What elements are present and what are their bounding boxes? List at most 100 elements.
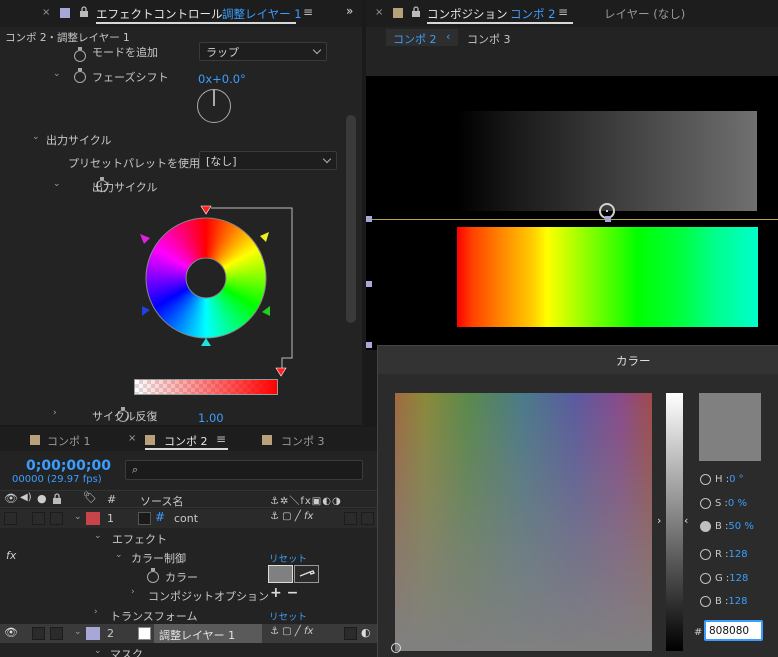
lock-icon[interactable] [52, 493, 62, 508]
composition-tab-comp-name[interactable]: コンポ 2 [510, 6, 555, 22]
column-source-header[interactable]: ソース名 [140, 493, 183, 509]
phase-shift-value[interactable]: 0x+0.0° [198, 72, 246, 86]
stopwatch-icon[interactable] [74, 68, 86, 83]
close-icon[interactable]: × [42, 7, 50, 18]
timeline-tab-comp2[interactable]: コンポ 2 [164, 433, 208, 449]
color-swatch-button[interactable] [268, 565, 293, 583]
saturation-value[interactable]: 0 % [728, 498, 747, 509]
switch-cell[interactable] [361, 512, 374, 525]
switch-cell[interactable] [344, 512, 357, 525]
timeline-tab-comp1[interactable]: コンポ 1 [47, 433, 91, 449]
comp-nav-current[interactable]: コンポ 2 ‹ [386, 29, 458, 46]
layer-label-color[interactable] [86, 512, 100, 525]
eye-icon[interactable]: 👁 [4, 626, 18, 639]
layer-handle[interactable] [366, 216, 372, 222]
lock-icon[interactable] [79, 6, 89, 17]
blue-radio[interactable] [700, 596, 711, 607]
slider-right-arrow[interactable]: ‹ [684, 514, 688, 527]
solo-toggle[interactable] [32, 627, 45, 640]
lock-toggle[interactable] [50, 512, 63, 525]
adjustment-layer-icon[interactable]: ◐ [361, 626, 371, 639]
layer-search-input[interactable]: ⌕ [125, 460, 363, 480]
brightness-slider[interactable] [666, 393, 683, 651]
chevron-right-icon[interactable]: › [53, 408, 63, 418]
eyedropper-icon[interactable] [294, 565, 319, 583]
mode-dropdown[interactable]: ラップ [199, 42, 327, 61]
output-cycle-wheel[interactable] [130, 202, 300, 402]
chevron-down-icon[interactable]: ⌄ [94, 531, 104, 541]
hue-value[interactable]: 0 ° [729, 474, 744, 485]
brightness-value[interactable]: 50 % [728, 521, 753, 532]
spectrum-layer[interactable] [457, 227, 758, 327]
solo-icon[interactable]: ● [37, 492, 47, 505]
chevron-right-icon[interactable]: › [131, 587, 141, 597]
solo-toggle[interactable] [32, 512, 45, 525]
audio-icon[interactable]: ◀) [20, 492, 32, 503]
saturation-radio[interactable] [700, 498, 711, 509]
hex-input[interactable]: 808080 [704, 620, 763, 641]
layer-label-color[interactable] [86, 627, 100, 640]
chevron-down-icon[interactable]: ⌄ [53, 69, 63, 79]
lock-icon[interactable] [411, 6, 421, 21]
color-field[interactable] [391, 393, 652, 653]
lock-toggle[interactable] [50, 627, 63, 640]
reset-link[interactable]: リセット [269, 609, 307, 623]
layer-tab[interactable]: レイヤー (なし) [604, 6, 685, 22]
visibility-toggle[interactable] [4, 512, 17, 525]
timeline-tab-comp3[interactable]: コンポ 3 [281, 433, 325, 449]
blue-value[interactable]: 128 [728, 596, 747, 607]
effect-controls-tabbar: × エフェクトコントロール 調整レイヤー 1 ≡ » [0, 0, 362, 27]
reset-link[interactable]: リセット [269, 551, 307, 565]
close-icon[interactable]: × [375, 7, 383, 18]
phase-dial[interactable] [197, 89, 231, 123]
effect-scrollbar[interactable] [346, 115, 356, 323]
chevron-down-icon[interactable]: ⌄ [115, 550, 125, 560]
panel-menu-icon[interactable]: ≡ [303, 5, 313, 19]
stopwatch-icon[interactable] [74, 47, 86, 62]
layer-name[interactable]: cont [174, 512, 198, 525]
panel-menu-icon[interactable]: ≡ [558, 5, 568, 19]
layer-handle[interactable] [366, 342, 372, 348]
effect-controls-layer-name[interactable]: 調整レイヤー 1 [222, 6, 302, 22]
switch-cell[interactable] [344, 627, 357, 640]
green-value[interactable]: 128 [729, 573, 748, 584]
comp-nav-next[interactable]: コンポ 3 [467, 31, 511, 47]
timecode-display[interactable]: 0;00;00;00 [26, 458, 111, 474]
add-remove-mask-buttons[interactable]: + − [270, 585, 298, 601]
slider-left-arrow[interactable]: › [657, 514, 661, 527]
eye-icon[interactable]: 👁 [4, 492, 18, 505]
gradient-layer[interactable] [457, 111, 757, 211]
expand-panels-icon[interactable]: » [346, 4, 353, 18]
layer-handle[interactable] [605, 216, 611, 222]
cycle-repeat-value[interactable]: 1.00 [198, 411, 224, 425]
layer-name[interactable]: 調整レイヤー 1 [159, 627, 235, 643]
fx-icon[interactable]: fx [304, 626, 313, 637]
composition-tab-title[interactable]: コンポジション [427, 6, 508, 22]
output-cycle-ramp[interactable] [134, 379, 278, 395]
fx-icon[interactable]: fx [6, 549, 16, 562]
green-radio[interactable] [700, 573, 711, 584]
brightness-radio[interactable] [700, 521, 711, 532]
red-radio[interactable] [700, 549, 711, 560]
red-value[interactable]: 128 [729, 549, 748, 560]
color-field-cursor[interactable] [391, 643, 401, 653]
chevron-down-icon[interactable]: ⌄ [94, 646, 104, 656]
effect-controls-tab-title[interactable]: エフェクトコントロール [96, 6, 223, 22]
chevron-down-icon[interactable]: ⌄ [32, 132, 42, 142]
comp-viewer[interactable] [366, 76, 778, 350]
close-icon[interactable]: × [128, 433, 136, 444]
chevron-down-icon[interactable]: ⌄ [74, 512, 84, 522]
layer-row[interactable]: 👁 ⌄ 2 調整レイヤー 1 ⚓ ▢ ╱ fx ◐ [0, 624, 377, 643]
chevron-down-icon[interactable]: ⌄ [74, 627, 84, 637]
preset-palette-dropdown[interactable]: [なし] [199, 151, 337, 170]
dialog-title-bar: カラー [378, 346, 778, 374]
stopwatch-icon[interactable] [147, 568, 159, 583]
fx-icon[interactable]: fx [304, 511, 313, 522]
chevron-down-icon[interactable]: ⌄ [53, 179, 63, 189]
layer-handle[interactable] [366, 281, 372, 287]
chevron-right-icon[interactable]: › [94, 607, 104, 617]
label-tag-icon[interactable]: 🏷 [83, 491, 97, 504]
panel-menu-icon[interactable]: ≡ [216, 432, 226, 446]
layer-row[interactable]: ⌄ 1 # cont ⚓ ▢ ╱ fx [0, 509, 377, 528]
hue-radio[interactable] [700, 474, 711, 485]
